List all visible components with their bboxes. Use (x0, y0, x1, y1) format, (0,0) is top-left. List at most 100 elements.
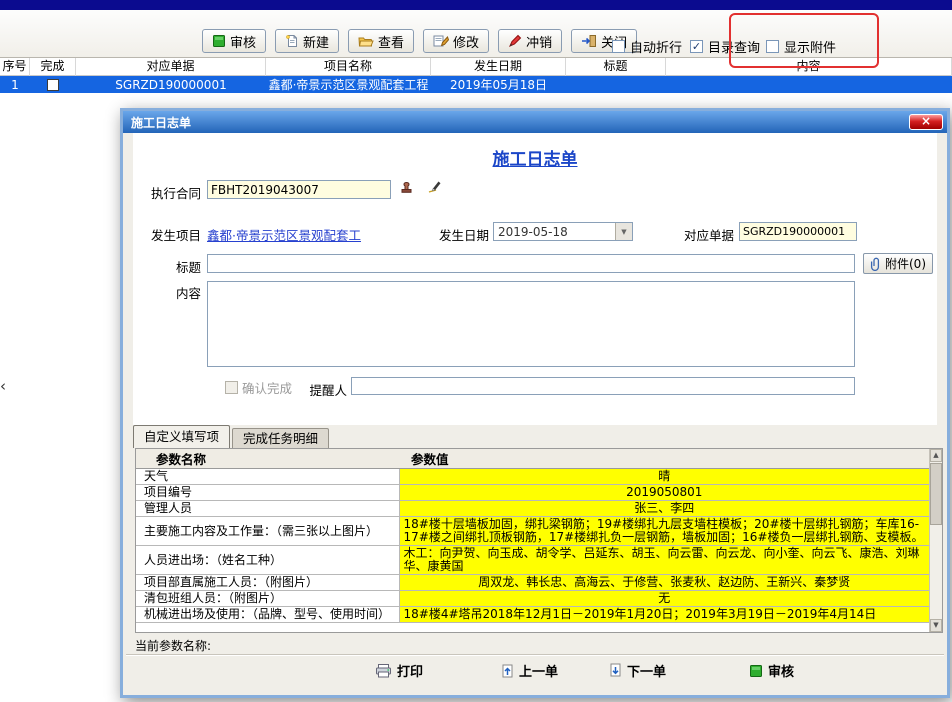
grid-column-header[interactable]: 发生日期 (431, 58, 566, 76)
footer-button-label: 下一单 (627, 661, 666, 680)
grid-cell: 2019年05月18日 (431, 76, 566, 93)
audit-icon (749, 664, 763, 678)
toolbar-button-label: 修改 (453, 32, 479, 51)
paperclip-icon (870, 256, 882, 271)
form-panel: 施工日志单 执行合同 发生项目 鑫都·帝景示范区景观配套工 发生日期 2019-… (133, 133, 937, 425)
param-name: 天气 (136, 469, 399, 485)
dialog-title: 施工日志单 (131, 114, 191, 131)
contract-input[interactable] (207, 180, 391, 199)
title-label: 标题 (173, 257, 201, 276)
param-value-header: 参数值 (399, 449, 929, 469)
checkbox-box[interactable] (47, 79, 59, 91)
dialog-tabs: 自定义填写项完成任务明细 (133, 425, 329, 448)
grid-column-header[interactable]: 标题 (566, 58, 666, 76)
param-name: 管理人员 (136, 501, 399, 517)
grid-cell: 鑫都·帝景示范区景观配套工程 (266, 76, 431, 93)
date-label: 发生日期 (431, 225, 489, 244)
form-title: 施工日志单 (133, 145, 937, 170)
param-row[interactable]: 管理人员张三、李四 (136, 501, 929, 517)
project-label: 发生项目 (133, 225, 201, 244)
param-row[interactable]: 项目编号2019050801 (136, 485, 929, 501)
print-icon (375, 663, 392, 678)
prev-order-button[interactable]: 上一单 (501, 661, 558, 680)
param-row[interactable]: 清包班组人员：（附图片）无 (136, 591, 929, 607)
dialog-close-button[interactable]: × (909, 114, 943, 130)
doc-input[interactable] (739, 222, 857, 241)
audit-button[interactable]: 审核 (202, 29, 266, 53)
grid-column-header[interactable]: 对应单据 (76, 58, 266, 76)
scroll-up-icon[interactable]: ▲ (930, 449, 942, 462)
date-value: 2019-05-18 (494, 225, 615, 239)
collapse-arrow-icon[interactable]: ‹ (0, 379, 6, 394)
print-button[interactable]: 打印 (375, 661, 423, 680)
param-table: 参数名称 参数值 天气晴项目编号2019050801管理人员张三、李四主要施工内… (136, 449, 929, 623)
project-link[interactable]: 鑫都·帝景示范区景观配套工 (207, 225, 361, 244)
param-table-scrollbar[interactable]: ▲ ▼ (929, 449, 942, 632)
param-name-header: 参数名称 (136, 449, 399, 469)
reminder-input[interactable] (351, 377, 855, 395)
new-button[interactable]: 新建 (275, 29, 339, 53)
param-value[interactable]: 18#楼十层墙板加固，绑扎梁钢筋；19#楼绑扎九层支墙柱模板；20#楼十层绑扎钢… (399, 517, 929, 546)
param-row[interactable]: 主要施工内容及工作量：（需三张以上图片）18#楼十层墙板加固，绑扎梁钢筋；19#… (136, 517, 929, 546)
writeoff-icon (508, 34, 522, 48)
modify-button[interactable]: 修改 (423, 29, 489, 53)
param-value[interactable]: 晴 (399, 469, 929, 485)
grid-column-header[interactable]: 项目名称 (266, 58, 431, 76)
param-value[interactable]: 周双龙、韩长忠、高海云、于修营、张麦秋、赵边防、王新兴、秦梦贤 (399, 575, 929, 591)
checkbox-box[interactable] (225, 381, 238, 394)
confirm-complete-checkbox[interactable]: 确认完成 (225, 378, 292, 397)
grid-row[interactable]: 1SGRZD190000001鑫都·帝景示范区景观配套工程2019年05月18日 (0, 76, 952, 93)
toolbar-button-label: 审核 (230, 32, 256, 51)
attachment-button-label: 附件(0) (885, 255, 926, 272)
attachment-button[interactable]: 附件(0) (863, 253, 933, 274)
next-icon (609, 663, 622, 678)
view-icon (358, 34, 374, 48)
param-row[interactable]: 人员进出场：（姓名工种）木工：向尹贺、向玉成、胡令学、吕延东、胡玉、向云雷、向云… (136, 546, 929, 575)
toolbar-button-label: 冲销 (526, 32, 552, 51)
param-value[interactable]: 2019050801 (399, 485, 929, 501)
view-button[interactable]: 查看 (348, 29, 414, 53)
param-value[interactable]: 无 (399, 591, 929, 607)
content-textarea[interactable] (207, 281, 855, 367)
date-combo[interactable]: 2019-05-18 ▼ (493, 222, 633, 241)
scrollbar-thumb[interactable] (930, 463, 942, 525)
prev-icon (501, 663, 514, 678)
param-row[interactable]: 机械进出场及使用：（品牌、型号、使用时间）18#楼4#塔吊2018年12月1日－… (136, 607, 929, 623)
window-titlebar-strip (0, 0, 952, 10)
tab-task-detail[interactable]: 完成任务明细 (232, 428, 329, 448)
row-done-checkbox[interactable] (30, 76, 76, 93)
footer-button-label: 打印 (397, 661, 423, 680)
new-icon (285, 34, 299, 48)
param-table-body: 天气晴项目编号2019050801管理人员张三、李四主要施工内容及工作量：（需三… (136, 469, 929, 623)
grid-column-header[interactable]: 完成 (30, 58, 76, 76)
audit-icon (212, 34, 226, 48)
red-annotation-box (729, 13, 879, 68)
dialog-titlebar[interactable]: 施工日志单 × (123, 111, 947, 133)
reminder-label: 提醒人 (305, 380, 347, 399)
param-name: 项目部直属施工人员：（附图片） (136, 575, 399, 591)
param-table-header-row: 参数名称 参数值 (136, 449, 929, 469)
param-value[interactable]: 18#楼4#塔吊2018年12月1日－2019年1月20日；2019年3月19日… (399, 607, 929, 623)
grid-cell (566, 76, 666, 93)
confirm-complete-label: 确认完成 (242, 378, 292, 397)
dialog-body: 施工日志单 执行合同 发生项目 鑫都·帝景示范区景观配套工 发生日期 2019-… (123, 133, 947, 695)
param-row[interactable]: 项目部直属施工人员：（附图片）周双龙、韩长忠、高海云、于修营、张麦秋、赵边防、王… (136, 575, 929, 591)
writeoff-button[interactable]: 冲销 (498, 29, 562, 53)
stamp-icon[interactable] (399, 179, 414, 194)
tab-custom-fields[interactable]: 自定义填写项 (133, 425, 230, 448)
param-value[interactable]: 木工：向尹贺、向玉成、胡令学、吕延东、胡玉、向云雷、向云龙、向小奎、向云飞、康浩… (399, 546, 929, 575)
signature-pen-icon[interactable] (427, 178, 443, 194)
title-input[interactable] (207, 254, 855, 273)
param-row[interactable]: 天气晴 (136, 469, 929, 485)
grid-column-header[interactable]: 序号 (0, 58, 30, 76)
scroll-down-icon[interactable]: ▼ (930, 619, 942, 632)
audit-footer-button[interactable]: 审核 (749, 661, 794, 680)
next-order-button[interactable]: 下一单 (609, 661, 666, 680)
checkbox-box[interactable]: ✓ (690, 40, 703, 53)
checkbox-box[interactable] (612, 40, 625, 53)
param-value[interactable]: 张三、李四 (399, 501, 929, 517)
chevron-down-icon[interactable]: ▼ (615, 223, 632, 240)
contract-label: 执行合同 (133, 183, 201, 202)
toolbar-buttons: 审核新建查看修改冲销关闭 (202, 29, 637, 53)
auto-wrap-checkbox[interactable]: 自动折行 (612, 37, 682, 56)
